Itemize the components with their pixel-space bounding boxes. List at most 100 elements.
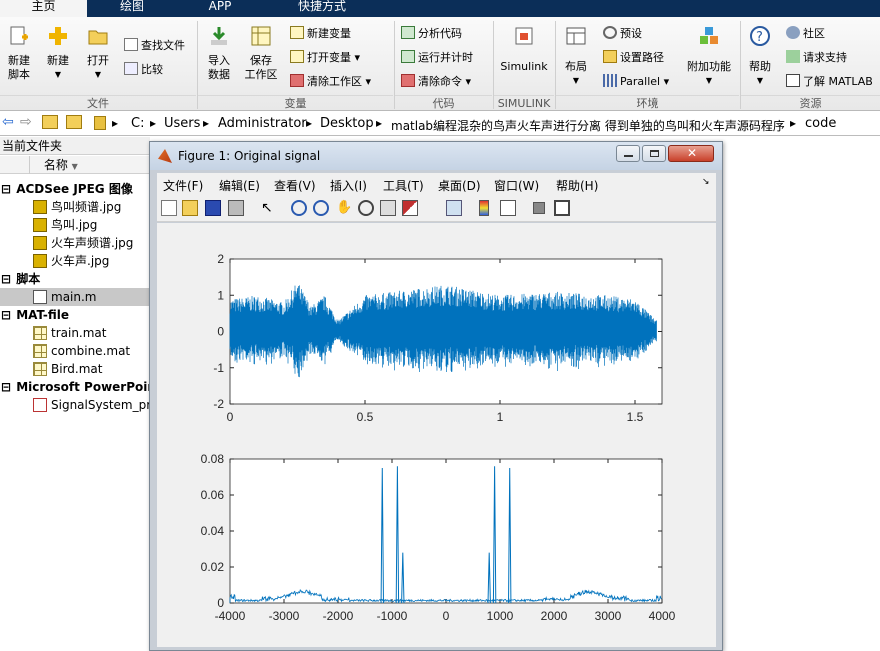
- forward-arrow-icon[interactable]: ⇨: [20, 114, 32, 130]
- browse-folder-icon[interactable]: [66, 115, 82, 129]
- file-item[interactable]: 火车声频谱.jpg: [0, 234, 150, 252]
- colorbar-icon[interactable]: [479, 200, 489, 216]
- tab-shortcuts[interactable]: 快捷方式: [263, 0, 381, 17]
- file-item[interactable]: Bird.mat: [0, 360, 150, 378]
- collapse-icon[interactable]: ⊟: [0, 306, 12, 324]
- help-button[interactable]: ? 帮助 ▼: [745, 25, 775, 88]
- layout-button[interactable]: 布局 ▼: [561, 25, 591, 88]
- collapse-icon[interactable]: ⊟: [0, 180, 12, 198]
- figure-plot-area: 0 0.5 1 1.5 -2 -1 0 1 2 -4000 -3000 -2000 -1000 0 1000…: [157, 223, 716, 647]
- save-icon[interactable]: [205, 200, 221, 216]
- find-files-button[interactable]: 查找文件: [124, 38, 185, 53]
- clear-workspace-button[interactable]: 清除工作区 ▾: [290, 74, 371, 89]
- plot-2-xtick-label: 4000: [649, 609, 676, 623]
- menu-window[interactable]: 窗口(W): [494, 177, 539, 194]
- data-cursor-icon[interactable]: [380, 200, 396, 216]
- menu-view[interactable]: 查看(V): [274, 177, 316, 194]
- group-acdsee-jpeg[interactable]: ⊟ ACDSee JPEG 图像: [0, 180, 150, 198]
- minimize-button[interactable]: [616, 145, 640, 162]
- menu-edit[interactable]: 编辑(E): [219, 177, 260, 194]
- group-label-file: 文件: [0, 95, 196, 110]
- breadcrumb-project-folder[interactable]: matlab编程混杂的鸟声火车声进行分离 得到单独的鸟叫和火车声源码程序: [391, 117, 785, 134]
- jpeg-icon: [33, 236, 47, 250]
- plot-2-ytick-label: 0: [217, 596, 224, 610]
- hide-plot-tools-icon[interactable]: [533, 202, 545, 214]
- brush-icon: [290, 74, 304, 87]
- menu-insert[interactable]: 插入(I): [330, 177, 367, 194]
- compare-button[interactable]: 比较: [124, 62, 163, 77]
- menu-desktop[interactable]: 桌面(D): [438, 177, 481, 194]
- file-item[interactable]: train.mat: [0, 324, 150, 342]
- figure-title-bar[interactable]: Figure 1: Original signal ✕: [150, 142, 722, 170]
- pointer-icon[interactable]: ↖: [261, 200, 277, 216]
- menu-tools[interactable]: 工具(T): [383, 177, 424, 194]
- link-plot-icon[interactable]: [446, 200, 462, 216]
- powerpoint-file-icon: [33, 398, 47, 412]
- dock-arrow-icon[interactable]: ↘: [702, 177, 710, 187]
- gear-icon: [603, 26, 617, 39]
- open-variable-icon: [290, 50, 304, 63]
- menu-help[interactable]: 帮助(H): [556, 177, 598, 194]
- open-variable-button[interactable]: 打开变量 ▾: [290, 50, 360, 65]
- maximize-button[interactable]: [642, 145, 666, 162]
- help-icon: ?: [750, 26, 770, 46]
- rotate-icon[interactable]: [358, 200, 374, 216]
- analyze-code-button[interactable]: 分析代码: [401, 26, 462, 41]
- breadcrumb-users[interactable]: Users: [164, 116, 200, 131]
- new-button[interactable]: 新建 ▼: [42, 25, 74, 82]
- save-workspace-button[interactable]: 保存 工作区: [242, 25, 280, 82]
- tab-apps[interactable]: APP: [177, 0, 263, 17]
- learn-matlab-button[interactable]: 了解 MATLAB: [786, 74, 873, 89]
- file-item[interactable]: 鸟叫.jpg: [0, 216, 150, 234]
- menu-file[interactable]: 文件(F): [163, 177, 203, 194]
- preferences-button[interactable]: 预设: [603, 26, 642, 41]
- collapse-icon[interactable]: ⊟: [0, 270, 12, 288]
- plot-2-xtick-label: -3000: [269, 609, 300, 623]
- group-powerpoint[interactable]: ⊟ Microsoft PowerPoint: [0, 378, 150, 396]
- collapse-icon[interactable]: ⊟: [0, 378, 12, 396]
- plus-icon: [49, 27, 67, 45]
- close-button[interactable]: ✕: [668, 145, 714, 162]
- legend-icon[interactable]: [500, 200, 516, 216]
- file-item[interactable]: SignalSystem_pr: [0, 396, 150, 414]
- print-icon[interactable]: [228, 200, 244, 216]
- add-ons-button[interactable]: 附加功能 ▼: [684, 25, 734, 88]
- group-label-resources: 资源: [741, 95, 880, 110]
- brush-icon[interactable]: [402, 200, 418, 216]
- file-item[interactable]: combine.mat: [0, 342, 150, 360]
- run-and-time-button[interactable]: 运行并计时: [401, 50, 473, 65]
- tab-plots[interactable]: 绘图: [87, 0, 177, 17]
- simulink-button[interactable]: Simulink: [498, 25, 550, 74]
- breadcrumb-desktop[interactable]: Desktop: [320, 116, 374, 131]
- group-mat-file[interactable]: ⊟ MAT-file: [0, 306, 150, 324]
- zoom-in-icon[interactable]: [291, 200, 307, 216]
- back-arrow-icon[interactable]: ⇦: [2, 114, 14, 130]
- new-figure-icon[interactable]: [161, 200, 177, 216]
- new-variable-button[interactable]: 新建变量: [290, 26, 351, 41]
- breadcrumb-code[interactable]: code: [805, 116, 836, 131]
- request-support-button[interactable]: 请求支持: [786, 50, 847, 65]
- open-file-icon[interactable]: [182, 200, 198, 216]
- community-button[interactable]: 社区: [786, 26, 825, 41]
- group-label-environment: 环境: [556, 95, 739, 110]
- tab-home[interactable]: 主页: [0, 0, 87, 17]
- breadcrumb-administrator[interactable]: Administrator: [218, 116, 307, 131]
- pan-icon[interactable]: ✋: [336, 200, 352, 216]
- open-button[interactable]: 打开 ▼: [82, 25, 114, 82]
- name-column-header[interactable]: 名称 ▼: [0, 156, 150, 174]
- import-data-button[interactable]: 导入 数据: [203, 25, 235, 82]
- plot-2-ytick-label: 0.04: [201, 524, 225, 538]
- file-item[interactable]: 火车声.jpg: [0, 252, 150, 270]
- new-script-button[interactable]: 新建 脚本: [4, 25, 34, 82]
- file-item[interactable]: 鸟叫频谱.jpg: [0, 198, 150, 216]
- breadcrumb-c[interactable]: C:: [131, 116, 144, 131]
- file-item[interactable]: main.m: [0, 288, 150, 306]
- group-scripts[interactable]: ⊟ 脚本: [0, 270, 150, 288]
- parallel-button[interactable]: Parallel ▾: [603, 74, 669, 89]
- clear-commands-button[interactable]: 清除命令 ▾: [401, 74, 471, 89]
- root-folder-icon: [94, 116, 106, 130]
- up-folder-icon[interactable]: [42, 115, 58, 129]
- zoom-out-icon[interactable]: [313, 200, 329, 216]
- show-plot-tools-icon[interactable]: [554, 200, 570, 216]
- set-path-button[interactable]: 设置路径: [603, 50, 664, 65]
